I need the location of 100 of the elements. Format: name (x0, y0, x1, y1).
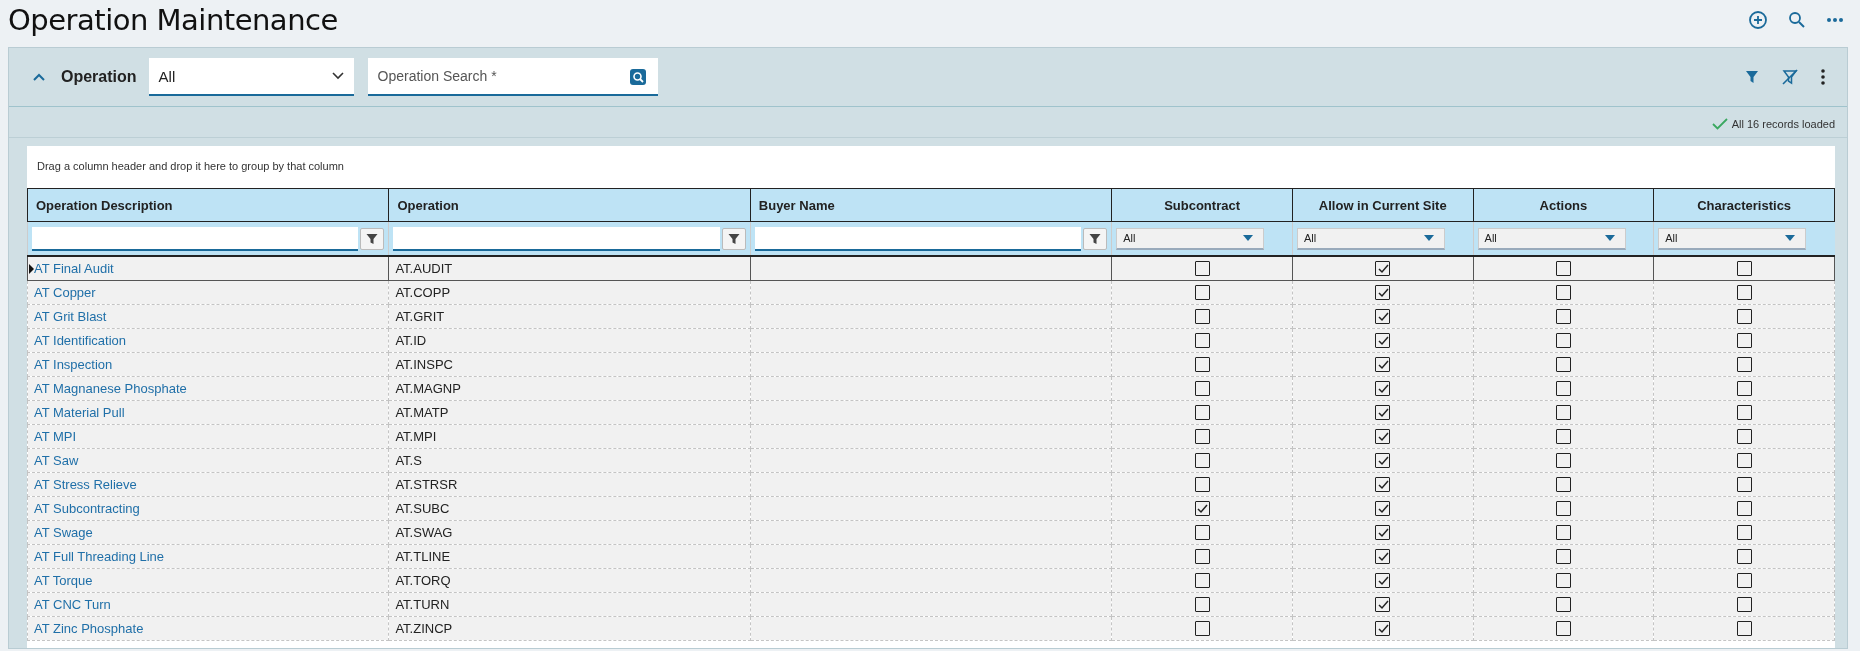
checkbox[interactable] (1555, 357, 1571, 373)
checkbox[interactable] (1736, 357, 1752, 373)
checkbox[interactable] (1375, 525, 1391, 541)
scope-dropdown[interactable]: All (148, 58, 354, 96)
operation-link[interactable]: AT Torque (34, 572, 93, 588)
checkbox[interactable] (1555, 381, 1571, 397)
column-header[interactable]: Characteristics (1653, 188, 1835, 222)
checkbox[interactable] (1736, 597, 1752, 613)
checkbox[interactable] (1736, 453, 1752, 469)
checkbox[interactable] (1555, 429, 1571, 445)
checkbox[interactable] (1375, 405, 1391, 421)
checkbox[interactable] (1194, 429, 1210, 445)
filter-dropdown[interactable]: All (1296, 227, 1445, 250)
checkbox[interactable] (1555, 525, 1571, 541)
checkbox[interactable] (1194, 501, 1210, 517)
checkbox[interactable] (1736, 381, 1752, 397)
operation-link[interactable]: AT CNC Turn (34, 596, 111, 612)
checkbox[interactable] (1736, 477, 1752, 493)
operation-link[interactable]: AT Inspection (34, 356, 113, 372)
operation-link[interactable]: AT Stress Relieve (34, 476, 137, 492)
column-header[interactable]: Subcontract (1111, 188, 1293, 222)
operation-link[interactable]: AT Swage (34, 524, 93, 540)
checkbox[interactable] (1736, 333, 1752, 349)
checkbox[interactable] (1194, 477, 1210, 493)
checkbox[interactable] (1736, 261, 1752, 277)
more-icon[interactable] (1824, 15, 1846, 25)
checkbox[interactable] (1375, 621, 1391, 637)
filter-dropdown[interactable]: All (1658, 227, 1807, 250)
checkbox[interactable] (1555, 285, 1571, 301)
operation-link[interactable]: AT Saw (34, 452, 79, 468)
operation-link[interactable]: AT Material Pull (34, 404, 125, 420)
checkbox[interactable] (1736, 621, 1752, 637)
checkbox[interactable] (1375, 501, 1391, 517)
checkbox[interactable] (1375, 357, 1391, 373)
checkbox[interactable] (1194, 357, 1210, 373)
checkbox[interactable] (1375, 333, 1391, 349)
search-field[interactable]: Operation Search * (367, 58, 658, 96)
filter-icon[interactable] (1743, 68, 1761, 86)
column-header[interactable]: Buyer Name (750, 188, 1112, 222)
checkbox[interactable] (1194, 453, 1210, 469)
column-header[interactable]: Allow in Current Site (1292, 188, 1474, 222)
checkbox[interactable] (1194, 621, 1210, 637)
checkbox[interactable] (1736, 525, 1752, 541)
checkbox[interactable] (1555, 261, 1571, 277)
checkbox[interactable] (1194, 261, 1210, 277)
checkbox[interactable] (1375, 477, 1391, 493)
checkbox[interactable] (1375, 549, 1391, 565)
add-icon[interactable] (1746, 8, 1770, 32)
checkbox[interactable] (1375, 309, 1391, 325)
operation-link[interactable]: AT Final Audit (34, 260, 114, 276)
checkbox[interactable] (1555, 333, 1571, 349)
checkbox[interactable] (1194, 405, 1210, 421)
checkbox[interactable] (1736, 309, 1752, 325)
column-header[interactable]: Operation (388, 188, 751, 222)
filter-button[interactable] (721, 227, 746, 250)
column-header[interactable]: Actions (1473, 188, 1654, 222)
checkbox[interactable] (1194, 573, 1210, 589)
checkbox[interactable] (1194, 549, 1210, 565)
checkbox[interactable] (1736, 573, 1752, 589)
checkbox[interactable] (1555, 477, 1571, 493)
column-header[interactable]: Operation Description (27, 188, 389, 222)
operation-link[interactable]: AT Grit Blast (34, 308, 107, 324)
operation-link[interactable]: AT Subcontracting (34, 500, 140, 516)
checkbox[interactable] (1736, 549, 1752, 565)
checkbox[interactable] (1555, 309, 1571, 325)
checkbox[interactable] (1194, 309, 1210, 325)
checkbox[interactable] (1375, 261, 1391, 277)
filter-button[interactable] (360, 227, 385, 250)
checkbox[interactable] (1194, 285, 1210, 301)
checkbox[interactable] (1555, 405, 1571, 421)
filter-dropdown[interactable]: All (1477, 227, 1626, 250)
filter-button[interactable] (1083, 227, 1108, 250)
operation-link[interactable]: AT Identification (34, 332, 126, 348)
filter-field[interactable] (32, 226, 359, 251)
checkbox[interactable] (1555, 453, 1571, 469)
checkbox[interactable] (1375, 429, 1391, 445)
checkbox[interactable] (1194, 525, 1210, 541)
checkbox[interactable] (1194, 381, 1210, 397)
checkbox[interactable] (1736, 501, 1752, 517)
kebab-icon[interactable] (1819, 67, 1827, 87)
filter-field[interactable] (393, 226, 720, 251)
checkbox[interactable] (1736, 285, 1752, 301)
checkbox[interactable] (1555, 621, 1571, 637)
checkbox[interactable] (1555, 549, 1571, 565)
checkbox[interactable] (1375, 597, 1391, 613)
checkbox[interactable] (1555, 501, 1571, 517)
operation-link[interactable]: AT MPI (34, 428, 77, 444)
collapse-icon[interactable] (31, 71, 47, 83)
checkbox[interactable] (1375, 453, 1391, 469)
checkbox[interactable] (1194, 597, 1210, 613)
checkbox[interactable] (1736, 405, 1752, 421)
filter-field[interactable] (754, 226, 1082, 251)
checkbox[interactable] (1375, 573, 1391, 589)
checkbox[interactable] (1555, 597, 1571, 613)
filter-dropdown[interactable]: All (1116, 227, 1265, 250)
checkbox[interactable] (1375, 285, 1391, 301)
operation-link[interactable]: AT Copper (34, 284, 96, 300)
checkbox[interactable] (1736, 429, 1752, 445)
checkbox[interactable] (1555, 573, 1571, 589)
checkbox[interactable] (1194, 333, 1210, 349)
